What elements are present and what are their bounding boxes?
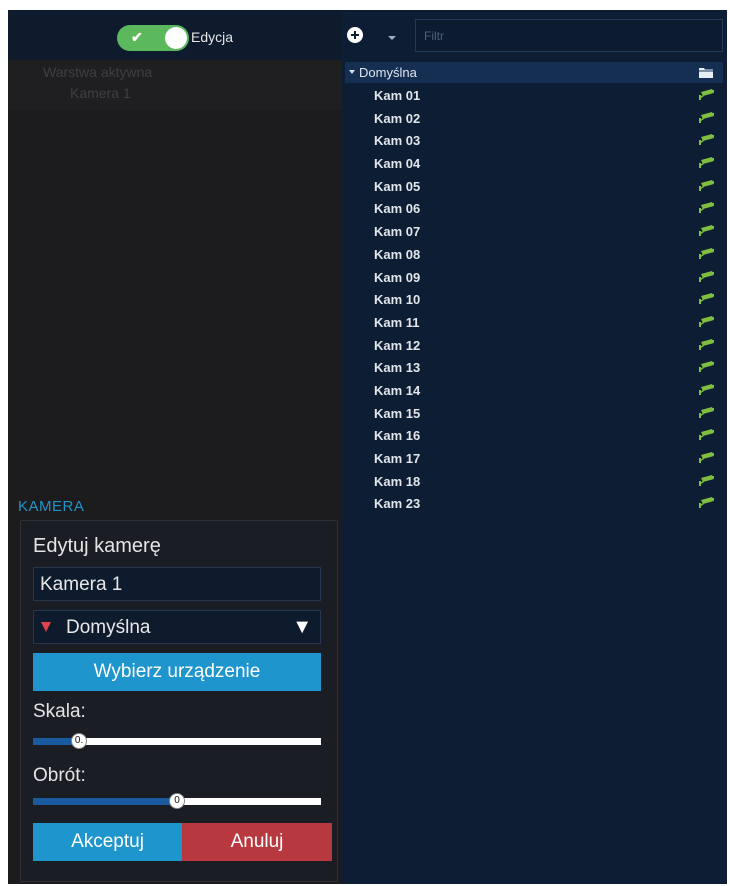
add-icon[interactable] bbox=[347, 27, 363, 43]
camera-row-name: Kam 02 bbox=[374, 110, 421, 126]
camera-row-name: Kam 10 bbox=[374, 292, 421, 308]
edit-mode-toggle[interactable]: ✔ bbox=[117, 25, 189, 51]
camera-row[interactable]: Kam 14 bbox=[342, 380, 727, 403]
rotation-slider-handle[interactable]: 0 bbox=[169, 793, 185, 809]
app-window: ✔ Edycja Warstwa aktywna Kamera 1 KAMERA… bbox=[8, 10, 727, 884]
rotation-label: Obrót: bbox=[33, 765, 86, 786]
camera-icon bbox=[699, 315, 714, 327]
camera-row[interactable]: Kam 16 bbox=[342, 425, 727, 448]
camera-row[interactable]: Kam 02 bbox=[342, 108, 727, 131]
scale-slider-handle[interactable]: 0. bbox=[71, 733, 88, 749]
camera-name-input[interactable]: Kamera 1 bbox=[33, 567, 321, 601]
camera-row-name: Kam 15 bbox=[374, 405, 421, 421]
camera-row[interactable]: Kam 23 bbox=[342, 493, 727, 516]
camera-icon bbox=[699, 338, 714, 350]
camera-row-name: Kam 06 bbox=[374, 201, 421, 217]
rotation-slider-fill bbox=[33, 798, 177, 805]
camera-row[interactable]: Kam 18 bbox=[342, 471, 727, 494]
check-icon: ✔ bbox=[131, 29, 143, 45]
layer-item-camera[interactable]: Kamera 1 bbox=[70, 85, 131, 101]
camera-row-name: Kam 13 bbox=[374, 360, 421, 376]
camera-row[interactable]: Kam 11 bbox=[342, 312, 727, 335]
camera-icon bbox=[699, 474, 714, 486]
camera-row-name: Kam 09 bbox=[374, 269, 421, 285]
camera-row-name: Kam 23 bbox=[374, 496, 421, 512]
camera-row[interactable]: Kam 17 bbox=[342, 448, 727, 471]
camera-row-name: Kam 18 bbox=[374, 473, 421, 489]
tree-group-row[interactable]: Domyślna bbox=[345, 62, 723, 83]
scale-slider[interactable]: 0. bbox=[33, 733, 321, 749]
camera-icon bbox=[699, 406, 714, 418]
camera-row-name: Kam 08 bbox=[374, 246, 421, 262]
edit-camera-card: Edytuj kamerę Kamera 1 Domyślna ▼ Wybier… bbox=[20, 520, 338, 882]
edit-camera-heading: Edytuj kamerę bbox=[33, 535, 161, 557]
camera-group-select[interactable]: Domyślna ▼ bbox=[33, 610, 321, 644]
camera-icon bbox=[699, 225, 714, 237]
camera-tree-panel: Domyślna Kam 01Kam 02Kam 03Kam 04Kam 05K… bbox=[342, 10, 727, 884]
camera-icon bbox=[699, 452, 714, 463]
add-menu-caret-icon[interactable] bbox=[388, 36, 396, 40]
camera-row[interactable]: Kam 07 bbox=[342, 221, 727, 244]
camera-row[interactable]: Kam 09 bbox=[342, 267, 727, 290]
camera-icon bbox=[699, 134, 714, 146]
camera-row-name: Kam 17 bbox=[374, 451, 421, 466]
expand-caret-icon[interactable] bbox=[349, 70, 355, 74]
camera-icon bbox=[699, 111, 714, 123]
camera-icon bbox=[699, 361, 714, 373]
choose-device-button[interactable]: Wybierz urządzenie bbox=[33, 653, 321, 691]
camera-icon bbox=[699, 202, 714, 214]
layer-item-active[interactable]: Warstwa aktywna bbox=[43, 64, 152, 80]
section-title-camera: KAMERA bbox=[18, 498, 85, 515]
camera-row-name: Kam 04 bbox=[374, 156, 421, 172]
accept-button[interactable]: Akceptuj bbox=[33, 823, 182, 861]
camera-icon bbox=[699, 429, 714, 441]
camera-row[interactable]: Kam 01 bbox=[342, 85, 727, 108]
camera-row[interactable]: Kam 08 bbox=[342, 244, 727, 267]
left-panel: ✔ Edycja Warstwa aktywna Kamera 1 KAMERA… bbox=[8, 10, 342, 884]
top-bar: ✔ Edycja bbox=[8, 10, 342, 60]
camera-icon bbox=[699, 89, 714, 100]
camera-icon bbox=[699, 247, 714, 259]
rotation-slider[interactable]: 0 bbox=[33, 793, 321, 809]
scale-label: Skala: bbox=[33, 701, 86, 722]
camera-icon bbox=[699, 293, 714, 305]
camera-row-name: Kam 05 bbox=[374, 178, 421, 194]
camera-row-name: Kam 12 bbox=[374, 337, 421, 353]
camera-row-name: Kam 03 bbox=[374, 133, 421, 149]
camera-row[interactable]: Kam 04 bbox=[342, 153, 727, 176]
camera-row[interactable]: Kam 05 bbox=[342, 176, 727, 199]
camera-row-name: Kam 14 bbox=[374, 382, 421, 398]
dropdown-arrow-icon: ▼ bbox=[292, 616, 312, 638]
camera-icon bbox=[699, 179, 714, 191]
camera-icon bbox=[699, 383, 714, 395]
camera-list: Kam 01 Kam 02 Kam 03 Kam 04 Kam 05 Kam 06 Kam … bbox=[342, 85, 727, 516]
camera-icon bbox=[699, 270, 714, 282]
camera-row[interactable]: Kam 03 bbox=[342, 130, 727, 153]
camera-row[interactable]: Kam 13 bbox=[342, 357, 727, 380]
camera-row[interactable]: Kam 10 bbox=[342, 289, 727, 312]
camera-marker-icon bbox=[41, 622, 51, 632]
tree-group-name: Domyślna bbox=[359, 65, 417, 80]
camera-row[interactable]: Kam 06 bbox=[342, 198, 727, 221]
camera-row-name: Kam 01 bbox=[374, 88, 421, 103]
filter-input[interactable] bbox=[415, 19, 723, 52]
camera-icon bbox=[699, 157, 714, 169]
camera-row[interactable]: Kam 12 bbox=[342, 335, 727, 358]
camera-icon bbox=[699, 497, 714, 509]
cancel-button[interactable]: Anuluj bbox=[182, 823, 332, 861]
edit-mode-label: Edycja bbox=[191, 29, 234, 45]
layer-list: Warstwa aktywna Kamera 1 bbox=[8, 60, 342, 110]
toggle-knob bbox=[165, 27, 187, 49]
folder-icon bbox=[699, 68, 713, 78]
camera-row-name: Kam 07 bbox=[374, 224, 421, 240]
camera-row-name: Kam 11 bbox=[374, 314, 420, 330]
camera-row-name: Kam 16 bbox=[374, 428, 421, 444]
camera-name-value: Kamera 1 bbox=[40, 574, 123, 595]
camera-group-value: Domyślna bbox=[66, 617, 151, 638]
camera-row[interactable]: Kam 15 bbox=[342, 403, 727, 426]
